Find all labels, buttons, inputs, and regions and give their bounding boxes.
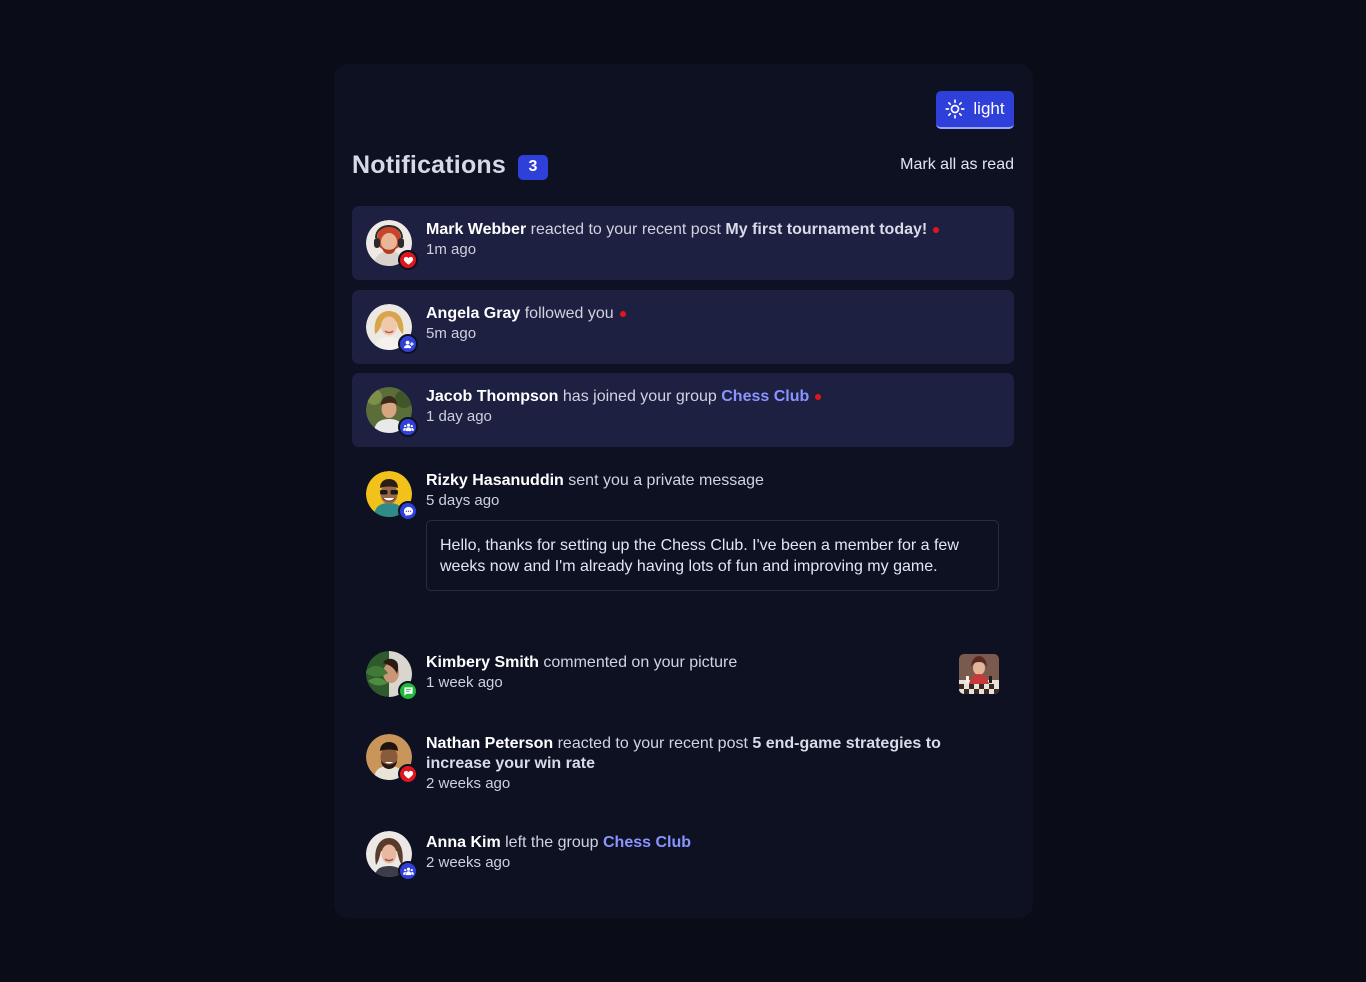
theme-toggle-label: light [973, 99, 1005, 118]
group-icon [403, 866, 414, 877]
sun-icon [945, 99, 965, 119]
follow-badge [398, 334, 418, 354]
avatar[interactable] [366, 220, 418, 270]
reaction-badge [398, 764, 418, 784]
notifications-header: Notifications 3 Mark all as read [352, 150, 1014, 180]
unread-count-badge: 3 [518, 154, 548, 180]
unread-dot [933, 226, 940, 233]
commented-picture-thumbnail[interactable] [959, 654, 999, 694]
notification-item[interactable]: Nathan Peterson reacted to your recent p… [352, 720, 1014, 814]
notification-text: Nathan Peterson reacted to your recent p… [426, 734, 1014, 774]
comment-icon [403, 686, 414, 697]
timestamp: 2 weeks ago [426, 854, 511, 871]
action-text: commented on your picture [543, 654, 738, 671]
timestamp: 2 weeks ago [426, 775, 511, 792]
notification-item[interactable]: Mark Webber reacted to your recent post … [352, 206, 1014, 280]
title-group: Notifications 3 [352, 151, 548, 180]
action-text: followed you [524, 305, 614, 322]
notification-text: Mark Webber reacted to your recent post … [426, 220, 1014, 240]
action-text: has joined your group [562, 388, 717, 405]
avatar[interactable] [366, 387, 418, 437]
action-text: reacted to your recent post [530, 221, 721, 238]
notification-item[interactable]: Kimbery Smith commented on your picture … [352, 639, 1014, 713]
notification-text: Jacob Thompson has joined your group Che… [426, 387, 1014, 407]
notifications-card: light Notifications 3 Mark all as read M… [334, 64, 1033, 918]
user-add-icon [403, 339, 414, 350]
notification-text: Angela Gray followed you [426, 304, 1014, 324]
heart-icon [403, 255, 414, 266]
action-text: reacted to your recent post [557, 735, 748, 752]
avatar[interactable] [366, 734, 418, 784]
notification-item[interactable]: Rizky Hasanuddin sent you a private mess… [352, 457, 1014, 621]
user-name-link[interactable]: Jacob Thompson [426, 388, 558, 405]
action-text: sent you a private message [568, 472, 764, 489]
mark-all-read-button[interactable]: Mark all as read [900, 156, 1014, 174]
group-badge [398, 417, 418, 437]
user-name-link[interactable]: Mark Webber [426, 221, 526, 238]
timestamp: 1m ago [426, 241, 477, 258]
group-icon [403, 422, 414, 433]
user-name-link[interactable]: Kimbery Smith [426, 654, 539, 671]
comment-badge [398, 681, 418, 701]
group-link[interactable]: Chess Club [603, 834, 691, 851]
group-link[interactable]: Chess Club [721, 388, 809, 405]
chess-picture-image [959, 654, 999, 694]
unread-dot [815, 393, 822, 400]
page-title: Notifications [352, 150, 506, 179]
notification-item[interactable]: Anna Kim left the group Chess Club 2 wee… [352, 819, 1014, 893]
group-badge [398, 861, 418, 881]
user-name-link[interactable]: Nathan Peterson [426, 735, 553, 752]
timestamp: 1 week ago [426, 674, 503, 691]
user-name-link[interactable]: Angela Gray [426, 305, 520, 322]
notification-text: Rizky Hasanuddin sent you a private mess… [426, 471, 1014, 491]
avatar[interactable] [366, 471, 418, 521]
reaction-badge [398, 250, 418, 270]
message-icon [403, 506, 414, 517]
notification-item[interactable]: Jacob Thompson has joined your group Che… [352, 373, 1014, 447]
user-name-link[interactable]: Anna Kim [426, 834, 501, 851]
timestamp: 5 days ago [426, 492, 500, 509]
user-name-link[interactable]: Rizky Hasanuddin [426, 472, 564, 489]
unread-dot [619, 310, 626, 317]
message-badge [398, 501, 418, 521]
heart-icon [403, 769, 414, 780]
theme-toggle-button[interactable]: light [936, 91, 1014, 129]
notification-text: Anna Kim left the group Chess Club [426, 833, 1014, 853]
timestamp: 5m ago [426, 325, 477, 342]
avatar[interactable] [366, 651, 418, 701]
avatar[interactable] [366, 304, 418, 354]
notification-text: Kimbery Smith commented on your picture [426, 653, 1014, 673]
private-message-preview[interactable]: Hello, thanks for setting up the Chess C… [426, 520, 999, 591]
timestamp: 1 day ago [426, 408, 492, 425]
avatar[interactable] [366, 831, 418, 881]
post-link[interactable]: My first tournament today! [725, 221, 927, 238]
action-text: left the group [505, 834, 599, 851]
notification-item[interactable]: Angela Gray followed you 5m ago [352, 290, 1014, 364]
